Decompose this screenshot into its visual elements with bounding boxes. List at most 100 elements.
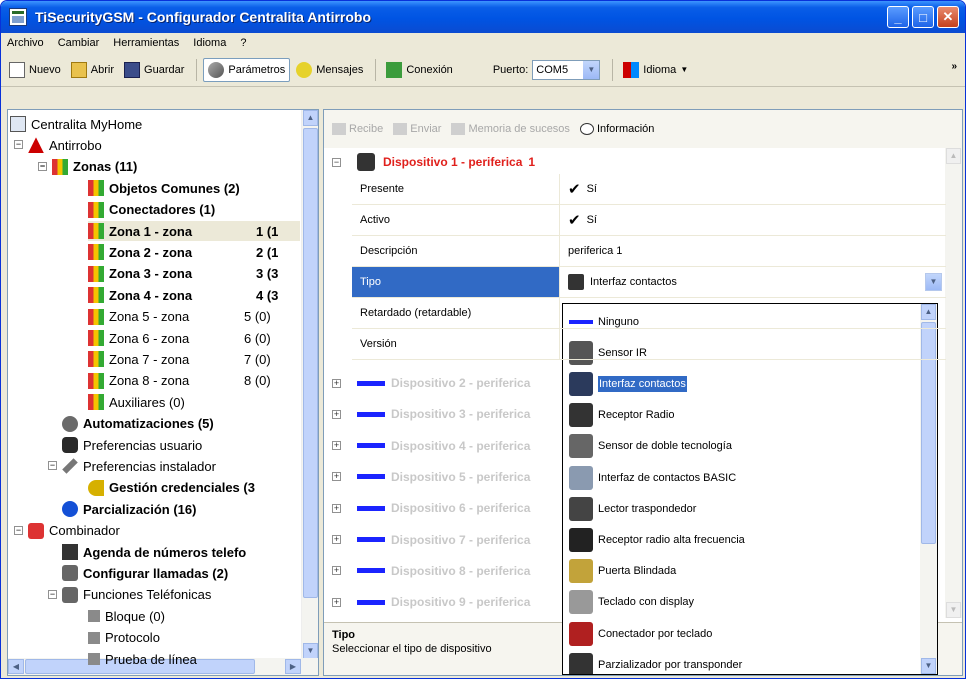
tipo-option[interactable]: Parzializador por transponder [563,649,921,674]
device-header[interactable]: + Dispositivo 5 - periferica [332,466,530,488]
device-header[interactable]: + Dispositivo 4 - periferica [332,435,530,457]
expand-toggle[interactable]: + [332,409,341,419]
tree-item[interactable]: − Funciones Teléfonicas [48,585,308,605]
tree-item[interactable]: Zona 8 - zona 8 (0) [88,371,308,391]
tree-item[interactable]: Zona 6 - zona 6 (0) [88,328,308,348]
device-header[interactable]: + Dispositivo 2 - periferica [332,372,530,394]
mensajes-button[interactable]: Mensajes [292,58,367,82]
tipo-option[interactable]: Sensor de doble tecnología [563,431,921,462]
tree-item[interactable]: − Combinador [14,521,308,541]
tree-item[interactable]: Bloque (0) [88,606,308,626]
tipo-option[interactable]: Teclado con display [563,587,921,618]
tipo-option[interactable]: Puerta Blindada [563,556,921,587]
expand-toggle[interactable]: + [332,566,341,576]
tree-item[interactable]: Zona 4 - zona 4 (3 [88,285,308,305]
tree-item[interactable]: Agenda de números telefo [62,542,308,562]
tree-item[interactable]: Zona 7 - zona 7 (0) [88,349,308,369]
nuevo-button[interactable]: Nuevo [5,58,65,82]
tree-item[interactable]: Protocolo [88,628,308,648]
phone-functions-icon [62,586,78,603]
menu-cambiar[interactable]: Cambiar [58,37,100,49]
menu-herramientas[interactable]: Herramientas [113,37,179,49]
scroll-down-arrow[interactable]: ▼ [921,658,936,674]
tree-item[interactable]: Configurar llamadas (2) [62,563,308,583]
tree-item[interactable]: Zona 2 - zona 2 (1 [88,242,308,262]
tipo-option[interactable]: Interfaz contactos [563,368,921,399]
grid-vertical-scrollbar[interactable]: ▲ ▼ [945,148,962,618]
tree-item[interactable]: Zona 1 - zona 1 (1 [88,221,300,241]
tree-item[interactable]: Prueba de línea [88,649,308,669]
tree-item[interactable]: Objetos Comunes (2) [88,178,308,198]
property-value: ✔ Sí [560,205,946,235]
menu-idioma[interactable]: Idioma [193,37,226,49]
property-row[interactable]: Presente ✔ Sí [352,174,946,205]
idioma-button[interactable]: Idioma ▼ [619,58,692,82]
device-header[interactable]: + Dispositivo 7 - periferica [332,529,530,551]
informacion-button[interactable]: Información [579,123,654,135]
expand-toggle[interactable]: + [332,441,341,451]
device-header[interactable]: + Dispositivo 3 - periferica [332,403,530,425]
collapse-toggle[interactable]: − [332,157,341,167]
parametros-button[interactable]: Parámetros [203,57,291,82]
minimize-button[interactable]: _ [887,6,909,28]
memoria-button[interactable]: Memoria de sucesos [451,123,570,135]
tree-expander[interactable]: − [14,525,23,535]
enviar-button[interactable]: Enviar [393,123,441,135]
scroll-down-arrow[interactable]: ▼ [946,602,961,618]
tipo-option[interactable]: Interfaz de contactos BASIC [563,462,921,493]
tree-expander[interactable]: − [48,589,57,599]
tree-item[interactable]: Zona 3 - zona 3 (3 [88,264,308,284]
title-bar[interactable]: TiSecurityGSM - Configurador Centralita … [1,1,965,33]
scroll-left-arrow[interactable]: ◀ [8,659,24,674]
toolbar-separator [375,58,377,81]
phonebook-icon [62,544,78,560]
property-row[interactable]: Retardado (retardable) [352,298,946,329]
tipo-option[interactable]: Conectador por teclado [563,618,921,649]
tipo-option[interactable]: Lector traspondedor [563,493,921,524]
tipo-dropdown-button[interactable]: ▼ [925,273,942,291]
device-header[interactable]: + Dispositivo 9 - periferica [332,591,530,613]
close-button[interactable]: ✕ [937,6,959,28]
guardar-button[interactable]: Guardar [120,58,188,82]
abrir-button[interactable]: Abrir [67,58,118,82]
radio-receiver-icon [569,403,593,428]
property-row[interactable]: Versión [352,329,946,360]
menu-help[interactable]: ? [240,37,246,49]
device-header[interactable]: + Dispositivo 6 - periferica [332,497,530,519]
property-value[interactable]: Interfaz contactos ▼ [560,267,946,297]
tree-item[interactable]: Centralita MyHome [10,114,308,134]
tree-item[interactable]: Gestión credenciales (3 [88,478,308,498]
device-header[interactable]: + Dispositivo 8 - periferica [332,560,530,582]
expand-toggle[interactable]: + [332,597,341,607]
expand-toggle[interactable]: + [332,378,341,388]
tree-item[interactable]: Preferencias usuario [62,435,308,455]
tipo-option[interactable]: Receptor Radio [563,400,921,431]
tree-item[interactable]: − Antirrobo [14,135,308,155]
tree-expander[interactable]: − [38,161,47,171]
maximize-button[interactable]: □ [912,6,934,28]
tree-expander[interactable]: − [48,461,57,471]
puerto-select[interactable]: COM5 ▼ [532,59,601,80]
menu-archivo[interactable]: Archivo [7,37,44,49]
property-row[interactable]: Tipo Interfaz contactos ▼ [352,267,946,298]
tree-item[interactable]: Conectadores (1) [88,200,308,220]
tree-item[interactable]: − Preferencias instalador [48,456,308,476]
device-1-header[interactable]: − Dispositivo 1 - periferica 1 [332,151,535,173]
tipo-option[interactable]: Receptor radio alta frecuencia [563,524,921,555]
expand-toggle[interactable]: + [332,472,341,482]
property-row[interactable]: Descripción periferica 1 [352,236,946,267]
expand-toggle[interactable]: + [332,503,341,513]
recibe-button[interactable]: Recibe [332,123,383,135]
tree-item[interactable]: Parcialización (16) [62,499,308,519]
tree-expander[interactable]: − [14,140,23,150]
expand-toggle[interactable]: + [332,535,341,544]
conexion-button[interactable]: Conexión [382,58,456,82]
tree-item[interactable]: Zona 5 - zona 5 (0) [88,307,308,327]
tree-item[interactable]: Automatizaciones (5) [62,414,308,434]
scroll-up-arrow[interactable]: ▲ [946,148,961,164]
property-row[interactable]: Activo ✔ Sí [352,205,946,236]
tree-item-label: Auxiliares (0) [109,394,185,410]
toolbar-overflow-button[interactable]: » [951,61,957,72]
tree-item[interactable]: − Zonas (11) [38,157,308,177]
tree-item[interactable]: Auxiliares (0) [88,392,308,412]
